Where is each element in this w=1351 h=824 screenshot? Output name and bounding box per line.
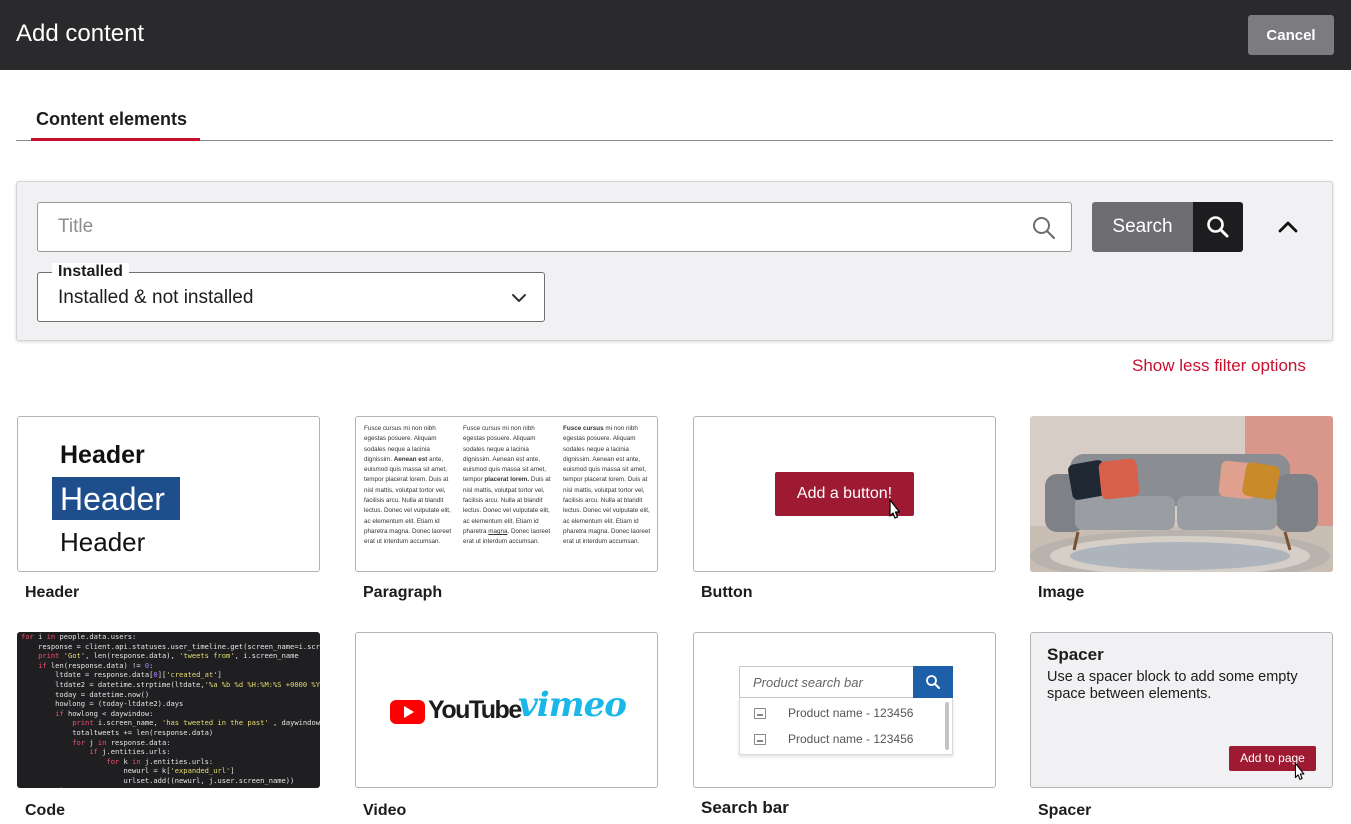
spacer-preview-description: Use a spacer block to add some empty spa… [1047, 669, 1298, 702]
tab-bar: Content elements [16, 100, 1333, 141]
preview-heading-2: Header [60, 481, 165, 517]
preview-results-list: Product name - 123456 Product name - 123… [739, 698, 953, 755]
card-title: Header [25, 584, 80, 601]
installed-select-label: Installed [52, 263, 129, 281]
list-item: Product name - 123456 [740, 700, 948, 726]
card-preview: Fusce cursus mi non nibh egestas posuere… [355, 416, 658, 572]
paragraph-column: Fusce cursus mi non nibh egestas posuere… [364, 425, 452, 546]
card-preview: YouTube vimeo [355, 632, 658, 788]
cancel-button[interactable]: Cancel [1248, 15, 1334, 55]
tab-active-indicator [31, 138, 200, 141]
card-title: Paragraph [363, 584, 443, 601]
pointer-cursor-icon [889, 499, 901, 519]
card-title: Video [363, 802, 407, 819]
chevron-up-icon [1278, 221, 1298, 233]
pointer-cursor-icon [1294, 762, 1305, 780]
vimeo-logo: vimeo [518, 685, 627, 725]
card-preview [1030, 416, 1333, 572]
preview-search-button [913, 666, 953, 698]
filter-panel: Search Installed Installed & not install… [16, 181, 1333, 341]
installed-select[interactable]: Installed Installed & not installed [37, 263, 545, 322]
image-placeholder-icon [754, 734, 766, 745]
code-sample-image: for i in people.data.users: response = c… [17, 632, 320, 788]
card-title: Image [1038, 584, 1085, 601]
chevron-down-icon [512, 294, 526, 302]
card-title: Code [25, 802, 65, 819]
search-icon [1207, 216, 1229, 238]
card-title: Spacer [1038, 802, 1092, 819]
image-placeholder-icon [754, 708, 766, 719]
preview-heading-1: Header [60, 441, 145, 469]
card-preview: Add a button! [693, 416, 996, 572]
tab-label: Content elements [36, 109, 188, 129]
paragraph-column: Fusce cursus mi non nibh egestas posuere… [463, 425, 551, 546]
card-preview: Header Header Header [17, 416, 320, 572]
installed-select-value: Installed & not installed [58, 287, 254, 308]
card-preview: Spacer Use a spacer block to add some em… [1030, 632, 1333, 788]
card-title: Search bar [701, 798, 789, 817]
top-bar: Add content Cancel [0, 0, 1351, 70]
search-button[interactable]: Search [1092, 202, 1193, 252]
spacer-preview-title: Spacer [1047, 645, 1104, 664]
sofa-image [1030, 416, 1333, 572]
card-preview: for i in people.data.users: response = c… [17, 632, 320, 788]
search-icon [1033, 217, 1056, 240]
paragraph-column: Fusce cursus mi non nibh egestas posuere… [563, 425, 651, 546]
collapse-filters-button[interactable] [1273, 212, 1303, 242]
youtube-play-icon [390, 700, 425, 724]
card-title: Button [701, 584, 753, 601]
show-less-filters-link[interactable]: Show less filter options [1132, 356, 1306, 376]
tab-content-elements[interactable]: Content elements [31, 100, 200, 141]
list-item: Product name - 123456 [740, 726, 948, 752]
preview-scrollbar [945, 702, 949, 750]
preview-search-input: Product search bar [739, 666, 913, 698]
title-search-input[interactable] [38, 203, 1018, 251]
search-icon [926, 675, 940, 689]
preview-heading-3: Header [60, 527, 146, 557]
dialog-title: Add content [16, 20, 145, 47]
title-search-field[interactable] [37, 202, 1072, 252]
search-icon-button[interactable] [1193, 202, 1243, 252]
card-preview: Product search bar Product name - 123456… [693, 632, 996, 788]
youtube-wordmark: YouTube [428, 696, 522, 724]
